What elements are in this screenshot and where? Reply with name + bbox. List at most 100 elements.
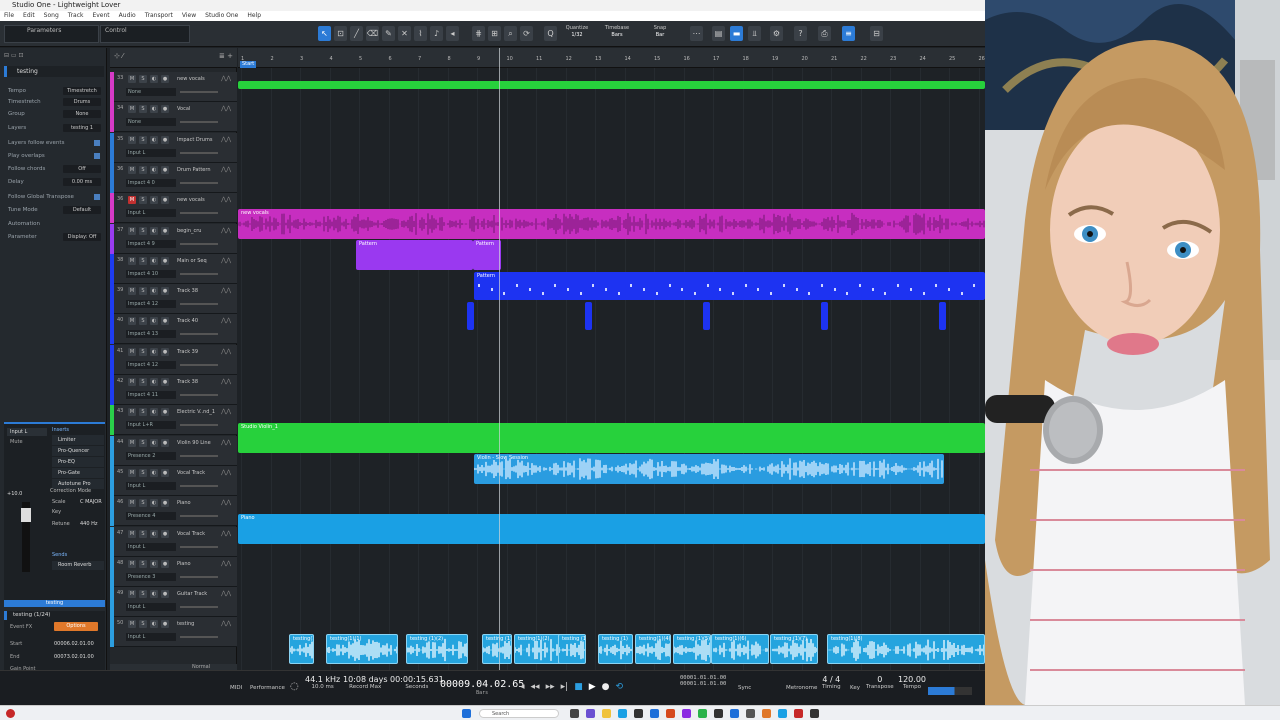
- monitor-button[interactable]: M: [128, 438, 136, 447]
- track-input-select[interactable]: Impact 4 0: [126, 178, 176, 187]
- bend-tool-icon[interactable]: ⌇: [414, 26, 427, 41]
- solo-button[interactable]: S: [139, 256, 147, 265]
- menu-item[interactable]: Song: [44, 11, 59, 21]
- solo-button[interactable]: S: [139, 165, 147, 174]
- track-input-select[interactable]: Impact 4 11: [126, 391, 176, 399]
- timebase-setting[interactable]: Timebase Bars: [603, 25, 631, 39]
- mute-tool-icon[interactable]: ✕: [398, 26, 411, 41]
- track-input-select[interactable]: Input L: [126, 481, 176, 490]
- track-volume-fader[interactable]: [180, 515, 218, 518]
- automation-icon[interactable]: ⋀⋀: [221, 227, 231, 234]
- stop-icon[interactable]: ■: [574, 682, 583, 692]
- solo-button[interactable]: S: [139, 347, 147, 356]
- timing-display[interactable]: 4 / 4 Timing: [822, 675, 841, 690]
- go-to-end-icon[interactable]: ▸|: [561, 682, 569, 692]
- track-input-select[interactable]: Input L: [126, 633, 176, 642]
- notification-icon[interactable]: [6, 709, 15, 718]
- end-value[interactable]: 00073.02.01.00: [54, 654, 94, 660]
- input-monitor-button[interactable]: ◐: [150, 438, 158, 447]
- inspector-row-value[interactable]: None: [63, 110, 101, 118]
- layout-icon[interactable]: ⊟: [870, 26, 883, 41]
- browser-icon[interactable]: ▬: [730, 26, 743, 41]
- event-clip[interactable]: testing (1)(2): [406, 634, 468, 664]
- mixer-icon[interactable]: ⫫: [748, 26, 761, 41]
- record-arm-button[interactable]: ●: [161, 590, 169, 599]
- app6-icon[interactable]: [778, 709, 787, 718]
- help-icon[interactable]: ?: [794, 26, 807, 41]
- inspector-row[interactable]: Tempo Timestretch: [8, 86, 104, 96]
- track-volume-fader[interactable]: [180, 121, 218, 124]
- track-header[interactable]: 40 M S ◐ ● Track 40 Impact 4 13 ⋀⋀: [110, 314, 237, 345]
- track-volume-fader[interactable]: [180, 606, 218, 609]
- track-header[interactable]: 43 M S ◐ ● Electric V..nd_1 Input L+R ⋀⋀: [110, 405, 237, 436]
- channel-input[interactable]: Input L: [7, 428, 47, 436]
- track-input-select[interactable]: Impact 4 9: [126, 239, 176, 248]
- track-input-select[interactable]: Presence 2: [126, 451, 176, 460]
- track-name[interactable]: Vocal Track: [177, 469, 217, 477]
- monitor-button[interactable]: M: [128, 468, 136, 477]
- track-name[interactable]: Impact Drums: [177, 136, 217, 144]
- inspector-row-value[interactable]: Default: [63, 206, 101, 214]
- record-arm-button[interactable]: ●: [161, 499, 169, 508]
- input-monitor-button[interactable]: ◐: [150, 226, 158, 235]
- record-arm-button[interactable]: ●: [161, 408, 169, 417]
- checkbox-icon[interactable]: [94, 153, 100, 159]
- solo-button[interactable]: S: [139, 408, 147, 417]
- sync-button[interactable]: Sync: [738, 675, 751, 691]
- input-monitor-button[interactable]: ◐: [150, 408, 158, 417]
- event-clip[interactable]: testing (1)(7): [770, 634, 818, 664]
- record-arm-button[interactable]: ●: [161, 287, 169, 296]
- rewind-icon[interactable]: ◂◂: [531, 682, 540, 692]
- studio-one-icon[interactable]: [650, 709, 659, 718]
- play-icon[interactable]: ▶: [589, 682, 596, 692]
- monitor-button[interactable]: M: [128, 135, 136, 144]
- listen-tool-icon[interactable]: ♪: [430, 26, 443, 41]
- track-volume-fader[interactable]: [180, 424, 218, 427]
- midi-hit-event[interactable]: [821, 302, 828, 330]
- app3-icon[interactable]: [730, 709, 739, 718]
- track-header[interactable]: 39 M S ◐ ● Track 38 Impact 4 12 ⋀⋀: [110, 284, 237, 315]
- settings-icon[interactable]: ⚙: [770, 26, 783, 41]
- event-clip[interactable]: Piano: [238, 514, 985, 544]
- grid-icon[interactable]: ⊞: [488, 26, 501, 41]
- monitor-button[interactable]: M: [128, 196, 136, 205]
- obs-icon[interactable]: [682, 709, 691, 718]
- monitor-button[interactable]: M: [128, 287, 136, 296]
- track-input-select[interactable]: Impact 4 13: [126, 330, 176, 339]
- inspector-row[interactable]: Parameter Display: Off: [8, 232, 104, 242]
- midi-hit-event[interactable]: [703, 302, 710, 330]
- track-volume-fader[interactable]: [180, 363, 218, 366]
- track-header[interactable]: 35 M S ◐ ● Impact Drums Input L ⋀⋀: [110, 132, 237, 163]
- start-value[interactable]: 00006.02.01.00: [54, 641, 94, 647]
- track-name[interactable]: Violin 90 Line: [177, 439, 217, 447]
- track-header[interactable]: 41 M S ◐ ● Track 39 Impact 4 12 ⋀⋀: [110, 344, 237, 375]
- track-volume-fader[interactable]: [180, 575, 218, 578]
- track-input-select[interactable]: Impact 4 10: [126, 269, 176, 278]
- automation-icon[interactable]: ⋀⋀: [221, 499, 231, 506]
- track-name[interactable]: Drum Pattern: [177, 166, 217, 174]
- solo-button[interactable]: S: [139, 75, 147, 83]
- loop-icon[interactable]: ⟳: [520, 26, 533, 41]
- solo-button[interactable]: S: [139, 590, 147, 599]
- record-arm-button[interactable]: ●: [161, 105, 169, 114]
- event-clip[interactable]: testing(1)(4): [635, 634, 671, 664]
- spotify-icon[interactable]: [698, 709, 707, 718]
- track-header[interactable]: 34 M S ◐ ● Vocal None ⋀⋀: [110, 102, 237, 133]
- solo-button[interactable]: S: [139, 105, 147, 114]
- track-name[interactable]: Piano: [177, 499, 217, 507]
- event-clip[interactable]: testing (1)(5): [673, 634, 711, 664]
- snap-setting[interactable]: Snap Bar: [646, 25, 674, 39]
- track-volume-fader[interactable]: [180, 303, 218, 306]
- menu-item[interactable]: View: [182, 11, 196, 21]
- start-marker[interactable]: Start: [240, 61, 257, 68]
- automation-icon[interactable]: ⋀⋀: [221, 257, 231, 264]
- input-monitor-button[interactable]: ◐: [150, 559, 158, 568]
- monitor-button[interactable]: M: [128, 529, 136, 538]
- record-arm-button[interactable]: ●: [161, 317, 169, 326]
- record-icon[interactable]: ●: [602, 682, 610, 692]
- track-header[interactable]: 37 M S ◐ ● begin_cru Impact 4 9 ⋀⋀: [110, 223, 237, 254]
- track-input-select[interactable]: Input L: [126, 209, 176, 218]
- track-volume-fader[interactable]: [180, 272, 218, 275]
- inspector-row[interactable]: Timestretch Drums: [8, 97, 104, 107]
- monitor-button[interactable]: M: [128, 105, 136, 114]
